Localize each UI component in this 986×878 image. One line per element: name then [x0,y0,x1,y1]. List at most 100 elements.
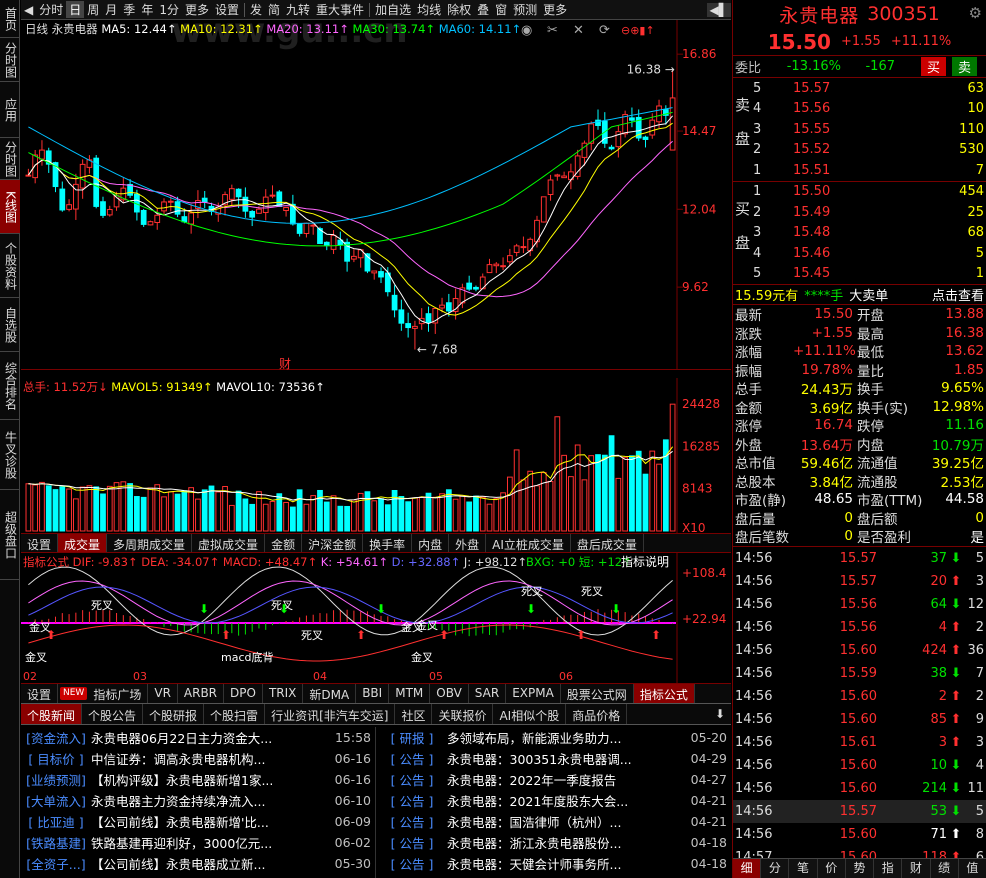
news-item[interactable]: [ 公告 ] 永贵电器：国浩律师（杭州）... 04-21 [377,811,731,832]
book-row[interactable]: 1 15.50 454 [733,182,986,203]
news-tab-6[interactable]: 关联报价 [432,704,494,724]
news-title[interactable]: 多领域布局，新能源业务助力... [447,728,687,747]
volume-tab-10[interactable]: 盘后成交量 [571,534,644,552]
toolbar-item-1[interactable]: 日 [66,1,85,18]
volume-panel[interactable]: 24428 16285 8143 X10 总手: 11.52万↓ MAVOL5: 913… [21,378,731,535]
kline-panel[interactable]: 16.86 14.47 12.04 9.62 www.gu...cn 日线 永贵电器 MA… [21,11,731,371]
event-marker[interactable]: 财 [279,357,291,371]
news-item[interactable]: [ 公告 ] 永贵电器：2021年度股东大会... 04-21 [377,790,731,811]
quote-tab-6[interactable]: 财 [902,859,931,878]
indicator-tab-10[interactable]: OBV [430,684,469,703]
sidebar-tab-7[interactable]: 综合排名 [0,352,20,420]
refresh-icon[interactable]: ⟳ [599,23,610,38]
sidebar-tab-4[interactable]: K线图 [0,180,20,234]
sidebar-tab-1[interactable]: 分时图 [0,38,20,82]
volume-tab-1[interactable]: 成交量 [58,534,108,552]
news-title[interactable]: 中信证券：调高永贵电器机构... [91,749,331,768]
news-tab-2[interactable]: 个股研报 [143,704,205,724]
sidebar-tab-0[interactable]: 首页 [0,0,20,38]
volume-tab-3[interactable]: 虚拟成交量 [192,534,266,552]
volume-tab-7[interactable]: 内盘 [412,534,450,552]
sell-button[interactable]: 卖 [952,57,978,76]
indicator-tab-5[interactable]: DPO [224,684,263,703]
toolbar-item-14[interactable]: 均线 [414,1,444,18]
volume-tab-4[interactable]: 金额 [265,534,303,552]
news-title[interactable]: 永贵电器：浙江永贵电器股份... [447,833,687,852]
indicator-tab-3[interactable]: VR [148,684,178,703]
news-tab-8[interactable]: 商品价格 [566,704,628,724]
toolbar-item-17[interactable]: 窗 [492,1,510,18]
news-item[interactable]: [ 公告 ] 永贵电器：300351永贵电器调... 04-29 [377,748,731,769]
quote-tab-3[interactable]: 价 [818,859,846,878]
quote-tab-5[interactable]: 指 [874,859,903,878]
book-row[interactable]: 2 15.49 25 [733,202,986,223]
promo-link[interactable]: 点击查看 [932,285,984,304]
toolbar-item-6[interactable]: 1分 [156,1,182,18]
indicator-tab-13[interactable]: 股票公式网 [561,684,634,703]
book-row[interactable]: 1 15.51 7 [733,160,986,181]
news-item[interactable]: [ 公告 ] 永贵电器：2022年一季度报告 04-27 [377,769,731,790]
news-item[interactable]: [ 比亚迪 ] 【公司前线】永贵电器新增'比... 06-09 [21,811,375,832]
news-title[interactable]: 永贵电器：2021年度股东大会... [447,791,687,810]
indicator-tab-6[interactable]: TRIX [263,684,304,703]
download-icon[interactable]: ⬇ [709,704,731,724]
quote-tab-2[interactable]: 笔 [789,859,818,878]
quote-tab-8[interactable]: 值 [959,859,986,878]
toolbar-item-7[interactable]: 更多 [182,1,212,18]
news-title[interactable]: 【公司前线】永贵电器新增'比... [91,812,331,831]
close-icon[interactable]: ✕ [573,23,584,38]
news-tab-3[interactable]: 个股扫雷 [204,704,266,724]
news-item[interactable]: [铁路基建] 铁路基建再迎利好，3000亿元... 06-02 [21,832,375,853]
news-tab-5[interactable]: 社区 [395,704,433,724]
book-row[interactable]: 5 15.45 1 [733,264,986,285]
news-tab-4[interactable]: 行业资讯[非汽车交运] [265,704,396,724]
quote-tab-4[interactable]: 势 [846,859,875,878]
eye-icon[interactable]: ◉ [521,23,532,38]
toolbar-item-18[interactable]: 预测 [510,1,540,18]
news-title[interactable]: 【公司前线】永贵电器成立新... [91,854,331,873]
news-item[interactable]: [ 公告 ] 永贵电器：浙江永贵电器股份... 04-18 [377,832,731,853]
toolbar-item-9[interactable]: 发 [247,1,265,18]
indicator-tab-14[interactable]: 指标公式 [633,684,695,703]
indicator-tab-0[interactable]: 设置 [21,684,59,703]
indicator-tab-2[interactable]: 指标广场 [87,684,149,703]
toolbar-item-10[interactable]: 简 [265,1,283,18]
news-item[interactable]: [ 目标价 ] 中信证券：调高永贵电器机构... 06-16 [21,748,375,769]
promo-row[interactable]: 15.59元有 ****手 大卖单 点击查看 [733,285,986,305]
indicator-chart[interactable]: 指标公式 DIF: -9.83↑ DEA: -34.07↑ MACD: +48.… [21,553,731,683]
buy-button[interactable]: 买 [921,57,947,76]
prev-icon[interactable]: ◀ [21,3,36,17]
news-title[interactable]: 永贵电器：300351永贵电器调... [447,749,687,768]
indicator-help[interactable]: 指标说明 [621,554,669,569]
volume-tab-5[interactable]: 沪深金额 [302,534,364,552]
volume-tab-0[interactable]: 设置 [21,534,59,552]
book-row[interactable]: 5 15.57 63 [733,78,986,99]
sidebar-tab-2[interactable]: 应用 [0,82,20,138]
kline-chart[interactable]: 16.8614.4712.049.62www.gu...cn日线 永贵电器 MA… [21,11,731,371]
book-row[interactable]: 3 15.55 110 [733,119,986,140]
news-title[interactable]: 永贵电器主力资金持续净流入... [91,791,331,810]
news-title[interactable]: 铁路基建再迎利好，3000亿元... [91,833,331,852]
news-title[interactable]: 【机构评级】永贵电器新增1家... [91,770,331,789]
news-title[interactable]: 永贵电器：国浩律师（杭州）... [447,812,687,831]
toolbar-item-4[interactable]: 季 [120,1,138,18]
book-row[interactable]: 2 15.52 530 [733,140,986,161]
news-tab-7[interactable]: AI相似个股 [493,704,567,724]
news-title[interactable]: 永贵电器：2022年一季度报告 [447,770,687,789]
indicator-tab-11[interactable]: SAR [469,684,507,703]
sidebar-tab-3[interactable]: 分时图 [0,138,20,180]
news-item[interactable]: [全资子...] 【公司前线】永贵电器成立新... 05-30 [21,853,375,874]
news-tab-1[interactable]: 个股公告 [82,704,144,724]
settings-gear-icon[interactable]: ⚙ [969,4,982,22]
toolbar-item-3[interactable]: 月 [102,1,120,18]
sidebar-tab-5[interactable]: 个股资料 [0,234,20,298]
toolbar-item-8[interactable]: 设置 [212,1,242,18]
toolbar-item-15[interactable]: 除权 [444,1,474,18]
quote-tab-0[interactable]: 细 [733,859,762,878]
volume-chart[interactable]: 24428 16285 8143 X10 总手: 11.52万↓ MAVOL5: 913… [21,378,731,535]
news-item[interactable]: [大单流入] 永贵电器主力资金持续净流入... 06-10 [21,790,375,811]
volume-tab-6[interactable]: 换手率 [363,534,413,552]
indicator-tab-12[interactable]: EXPMA [506,684,561,703]
book-row[interactable]: 3 15.48 68 [733,223,986,244]
news-title[interactable]: 永贵电器06月22日主力资金大... [91,728,331,747]
